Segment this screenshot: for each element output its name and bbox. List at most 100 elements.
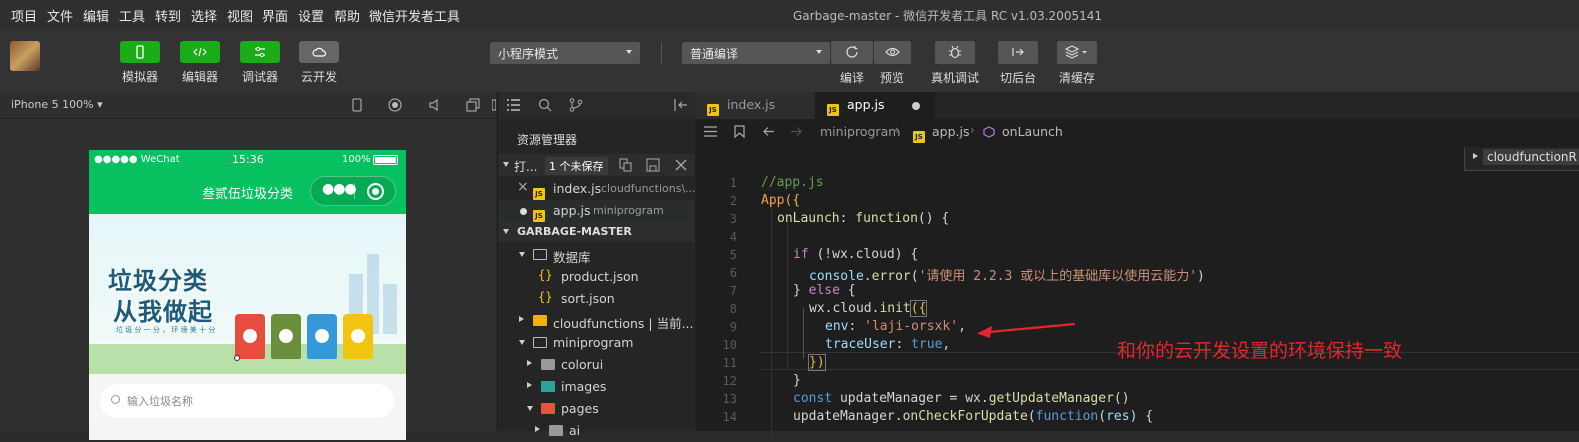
- tree-item-pages[interactable]: pages: [498, 398, 695, 420]
- menu-wechat-devtools[interactable]: 微信开发者工具: [369, 6, 460, 25]
- arrow-right-icon[interactable]: [790, 125, 803, 138]
- breadcrumb-root[interactable]: miniprogram: [820, 124, 900, 139]
- list-icon[interactable]: [704, 126, 717, 137]
- code-line[interactable]: }): [808, 354, 826, 371]
- code-line[interactable]: onLaunch: function() {: [777, 211, 949, 226]
- menu-goto[interactable]: 转到: [155, 6, 181, 25]
- search-input[interactable]: 输入垃圾名称: [100, 384, 394, 418]
- screenshot-icon[interactable]: [466, 98, 480, 112]
- menu-tools[interactable]: 工具: [119, 6, 145, 25]
- record-icon[interactable]: [388, 98, 402, 112]
- more-icon[interactable]: ●●●: [322, 181, 357, 197]
- code-line[interactable]: App({: [761, 193, 800, 208]
- menu-project[interactable]: 项目: [11, 6, 37, 25]
- code-line[interactable]: }: [793, 373, 801, 388]
- tree-item-ai[interactable]: ai: [498, 420, 695, 442]
- tree-item-miniprogram[interactable]: miniprogram: [498, 332, 695, 354]
- close-icon[interactable]: [367, 183, 384, 200]
- device-select[interactable]: iPhone 5 100% ▾: [11, 98, 103, 111]
- code-line[interactable]: console.error('请使用 2.2.3 或以上的基础库以使用云能力'): [809, 265, 1205, 284]
- tab-index-js[interactable]: JS index.js: [695, 92, 815, 119]
- cloud-button[interactable]: [299, 41, 339, 63]
- menu-select[interactable]: 选择: [191, 6, 217, 25]
- real-debug-button[interactable]: [935, 41, 975, 64]
- open-file-name: app.js: [553, 203, 591, 218]
- json-file-icon: {}: [538, 268, 553, 282]
- tree-item-cloudfunctions[interactable]: cloudfunctions | 当前...: [498, 310, 695, 332]
- code-line[interactable]: } else {: [793, 283, 856, 298]
- open-file-name: index.js: [553, 181, 602, 196]
- copy-icon[interactable]: [492, 98, 496, 112]
- arrow-left-icon[interactable]: [762, 125, 775, 138]
- menu-interface[interactable]: 界面: [262, 6, 288, 25]
- unsaved-dot-icon[interactable]: [912, 102, 920, 110]
- tree-item-label: cloudfunctions | 当前...: [553, 316, 694, 331]
- preview-button[interactable]: [874, 41, 911, 64]
- mode-select[interactable]: 小程序模式: [490, 42, 640, 64]
- peek-widget[interactable]: cloudfunctionR: [1464, 147, 1579, 171]
- code-line[interactable]: traceUser: true,: [825, 337, 950, 352]
- code-line[interactable]: updateManager.onCheckForUpdate(function(…: [793, 409, 1153, 424]
- tree-item-colorui[interactable]: colorui: [498, 354, 695, 376]
- code-line[interactable]: const updateManager = wx.getUpdateManage…: [793, 391, 1130, 406]
- code-line[interactable]: env: 'laji-orsxk',: [825, 319, 966, 334]
- tree-item-label: pages: [561, 401, 599, 416]
- compile-select[interactable]: 普通编译: [682, 42, 830, 64]
- volume-icon[interactable]: [428, 98, 442, 112]
- mode-select-value: 小程序模式: [498, 47, 559, 61]
- search-icon[interactable]: [538, 98, 552, 112]
- tree-item-images[interactable]: images: [498, 376, 695, 398]
- phone-icon[interactable]: [351, 98, 363, 112]
- layers-icon: [1065, 45, 1087, 59]
- avatar[interactable]: [10, 41, 40, 71]
- background-button[interactable]: [998, 41, 1038, 64]
- tree-item-sort-json[interactable]: {} sort.json: [498, 288, 695, 310]
- menu-edit[interactable]: 编辑: [83, 6, 109, 25]
- tree-item-database[interactable]: 数据库: [498, 244, 695, 266]
- bookmark-icon[interactable]: [734, 125, 745, 138]
- compile-button[interactable]: [831, 41, 873, 64]
- line-number: 4: [729, 230, 737, 244]
- code-line[interactable]: wx.cloud.init({: [809, 300, 928, 317]
- open-file-index[interactable]: × JS index.js cloudfunctions\...: [498, 178, 696, 200]
- indent-guide: [803, 308, 804, 358]
- menu-settings[interactable]: 设置: [298, 6, 324, 25]
- save-all-icon[interactable]: [646, 158, 660, 172]
- divider: [661, 42, 662, 64]
- breadcrumb-file[interactable]: app.js: [932, 124, 970, 139]
- project-header[interactable]: GARBAGE-MASTER: [498, 222, 695, 242]
- chevron-right-icon: ›: [895, 123, 900, 137]
- capsule-menu[interactable]: ●●●: [310, 176, 396, 206]
- line-number: 10: [722, 338, 737, 352]
- close-all-icon[interactable]: [675, 159, 687, 171]
- explorer-panel: 资源管理器 打... 1 个未保存 × JS index.js cloudfun…: [497, 92, 696, 438]
- open-editors-header[interactable]: 打... 1 个未保存: [498, 154, 695, 176]
- files-icon[interactable]: [507, 99, 520, 111]
- debugger-button[interactable]: [240, 41, 280, 63]
- code-line[interactable]: //app.js: [761, 175, 824, 190]
- breadcrumb-symbol[interactable]: onLaunch: [1002, 124, 1063, 139]
- collapse-panel-icon[interactable]: [674, 99, 688, 111]
- editor-button[interactable]: [180, 41, 220, 63]
- background-label: 切后台: [999, 71, 1036, 85]
- close-icon[interactable]: ×: [517, 179, 529, 195]
- tab-app-js[interactable]: JS app.js: [815, 92, 935, 119]
- chevron-down-icon: [503, 162, 509, 167]
- simulator-button[interactable]: [120, 41, 160, 63]
- menu-file[interactable]: 文件: [47, 6, 73, 25]
- source-control-icon[interactable]: [569, 98, 583, 112]
- debugger-label: 调试器: [241, 70, 278, 84]
- new-file-icon[interactable]: [619, 158, 633, 172]
- tree-item-product-json[interactable]: {} product.json: [498, 266, 695, 288]
- eye-icon: [885, 47, 900, 57]
- code-line[interactable]: if (!wx.cloud) {: [793, 247, 918, 262]
- activity-bar: [498, 92, 695, 119]
- open-file-app[interactable]: JS app.js miniprogram: [498, 200, 695, 222]
- menu-view[interactable]: 视图: [227, 6, 253, 25]
- status-carrier: ●●●●● WeChat: [94, 154, 180, 165]
- carousel-dot[interactable]: [234, 355, 240, 361]
- banner-line2: 从我做起: [113, 298, 213, 326]
- js-file-icon: JS: [913, 126, 925, 145]
- clear-cache-button[interactable]: [1057, 41, 1097, 64]
- menu-help[interactable]: 帮助: [334, 6, 360, 25]
